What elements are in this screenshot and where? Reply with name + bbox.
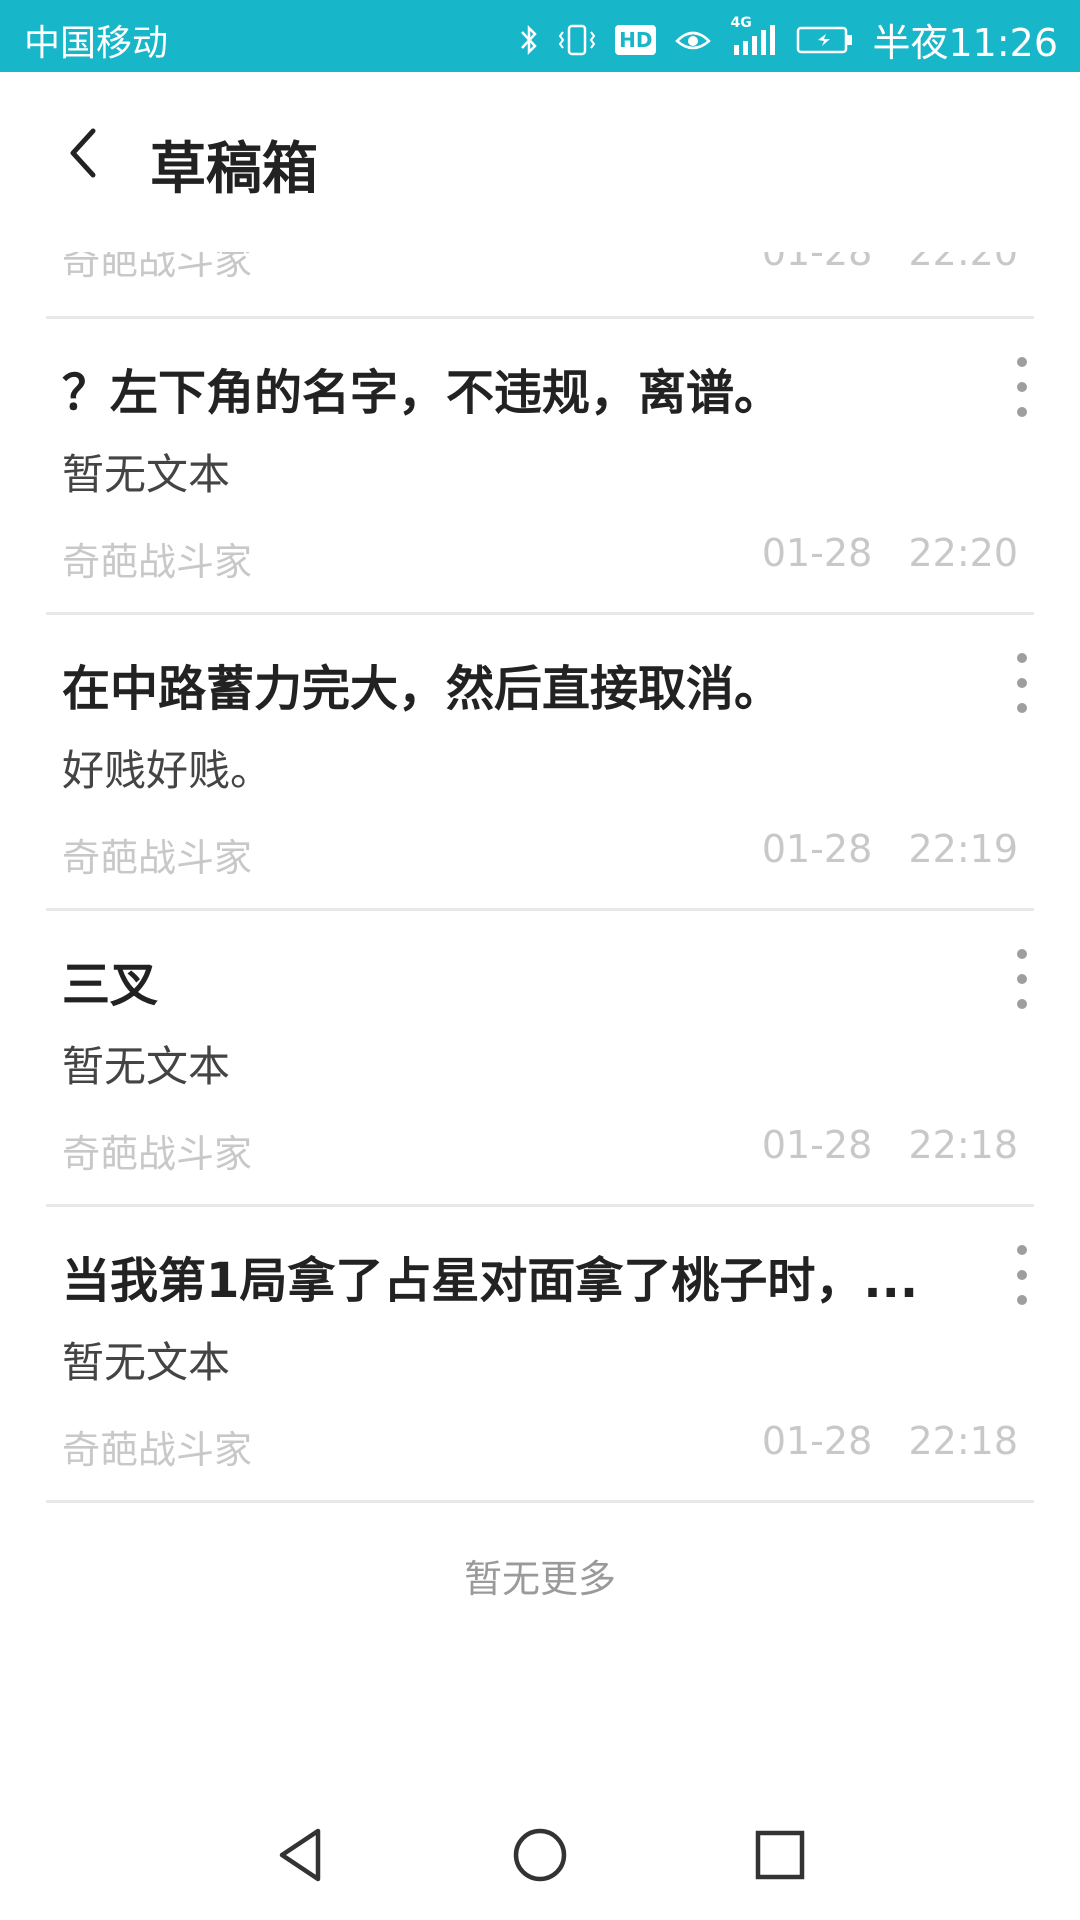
chevron-left-icon xyxy=(70,128,96,178)
header: 草稿箱 xyxy=(0,72,1080,252)
more-options-button[interactable] xyxy=(1002,653,1042,713)
draft-author: 奇葩战斗家 xyxy=(62,1132,253,1176)
draft-author: 奇葩战斗家 xyxy=(62,252,253,283)
list-item[interactable]: 在中路蓄力完大，然后直接取消。 好贱好贱。 奇葩战斗家 01-28 22:19 xyxy=(0,615,1080,907)
nav-home-button[interactable] xyxy=(500,1815,580,1895)
back-button[interactable] xyxy=(48,118,118,188)
vibrate-icon xyxy=(557,22,597,58)
back-triangle-icon xyxy=(279,1828,321,1882)
signal-4g-icon: 4G xyxy=(730,15,778,57)
bluetooth-icon xyxy=(519,22,539,58)
more-options-button[interactable] xyxy=(1002,949,1042,1009)
draft-title: ？左下角的名字，不违规，离谱。 xyxy=(62,365,783,421)
status-icons: HD 4G 半夜11:26 xyxy=(519,12,1058,67)
nav-back-button[interactable] xyxy=(260,1815,340,1895)
draft-date: 01-28 22:20 xyxy=(761,531,1018,575)
dot xyxy=(1017,703,1027,713)
draft-date: 01-28 22:19 xyxy=(761,827,1018,871)
draft-author: 奇葩战斗家 xyxy=(62,1428,253,1472)
draft-date: 01-28 22:18 xyxy=(761,1123,1018,1167)
eye-icon xyxy=(674,25,712,55)
no-more-label: 暂无更多 xyxy=(463,1557,616,1601)
dot xyxy=(1017,1295,1027,1305)
list-item[interactable]: ？左下角的名字，不违规，离谱。 暂无文本 奇葩战斗家 01-28 22:20 xyxy=(0,319,1080,611)
draft-title: 三叉 xyxy=(62,957,159,1013)
more-options-button[interactable] xyxy=(1002,357,1042,417)
draft-body: 暂无文本 xyxy=(62,450,231,499)
battery-icon xyxy=(796,25,854,55)
status-bar: 中国移动 HD 4G 半夜11:26 xyxy=(0,0,1080,72)
dot xyxy=(1017,974,1027,984)
dot xyxy=(1017,1270,1027,1280)
list-item[interactable]: 当我第1局拿了占星对面拿了桃子时，... 暂无文本 奇葩战斗家 01-28 22… xyxy=(0,1207,1080,1499)
draft-date: 01-28 22:20 xyxy=(761,252,1018,274)
dot xyxy=(1017,407,1027,417)
draft-title: 当我第1局拿了占星对面拿了桃子时，... xyxy=(62,1253,919,1309)
dot xyxy=(1017,999,1027,1009)
page-title: 草稿箱 xyxy=(150,137,318,202)
dot xyxy=(1017,678,1027,688)
dot xyxy=(1017,357,1027,367)
list-item[interactable]: 三叉 暂无文本 奇葩战斗家 01-28 22:18 xyxy=(0,911,1080,1203)
draft-body: 暂无文本 xyxy=(62,1042,231,1091)
dot xyxy=(1017,653,1027,663)
dot xyxy=(1017,382,1027,392)
hd-icon: HD xyxy=(615,24,657,55)
home-circle-icon xyxy=(513,1828,567,1882)
draft-title: 在中路蓄力完大，然后直接取消。 xyxy=(62,661,783,717)
recents-square-icon xyxy=(755,1830,805,1880)
draft-author: 奇葩战斗家 xyxy=(62,836,253,880)
more-options-button[interactable] xyxy=(1002,1245,1042,1305)
status-time: 半夜11:26 xyxy=(872,21,1058,65)
draft-body: 暂无文本 xyxy=(62,1338,231,1387)
draft-author: 奇葩战斗家 xyxy=(62,540,253,584)
dot xyxy=(1017,949,1027,959)
navigation-bar xyxy=(0,1790,1080,1920)
dot xyxy=(1017,1245,1027,1255)
list-item-partial[interactable]: 奇葩战斗家 01-28 22:20 xyxy=(0,252,1080,318)
draft-date: 01-28 22:18 xyxy=(761,1419,1018,1463)
draft-body: 好贱好贱。 xyxy=(62,746,273,795)
screen: 中国移动 HD 4G 半夜11:26 草稿箱 奇葩战斗家 01-28 22:20… xyxy=(0,0,1080,1920)
carrier-name: 中国移动 xyxy=(24,23,169,64)
nav-recents-button[interactable] xyxy=(740,1815,820,1895)
divider xyxy=(46,1500,1034,1503)
